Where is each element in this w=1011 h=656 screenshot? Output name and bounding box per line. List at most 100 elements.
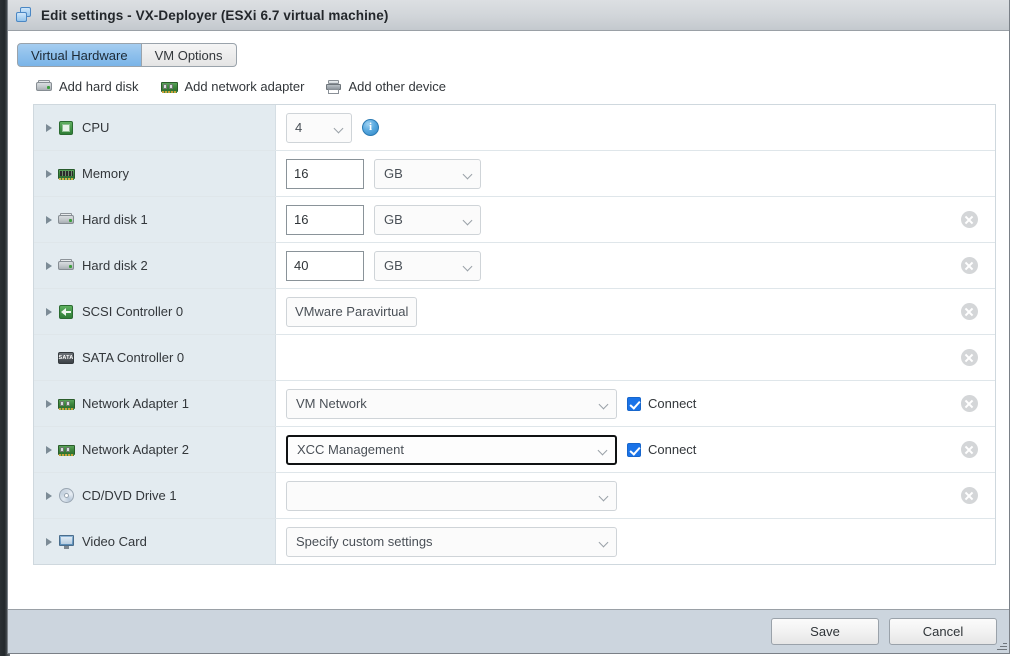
device-value-scsi-controller-0: VMware Paravirtual	[276, 289, 943, 334]
remove-hard-disk-1-button[interactable]	[960, 211, 978, 228]
tab-virtual-hardware[interactable]: Virtual Hardware	[17, 43, 142, 67]
device-name-video-card: Video Card	[82, 534, 147, 549]
checkbox-checked-icon	[627, 396, 641, 411]
device-value-video-card: Specify custom settings	[276, 519, 943, 564]
cancel-button[interactable]: Cancel	[889, 618, 997, 645]
checkbox-checked-icon	[627, 442, 641, 457]
chevron-down-icon	[599, 491, 609, 501]
device-remove-slot-scsi-controller-0	[943, 289, 995, 334]
device-remove-slot-network-adapter-1	[943, 381, 995, 426]
device-label-network-adapter-2[interactable]: Network Adapter 2	[34, 427, 276, 472]
device-label-sata-controller-0[interactable]: SATA SATA Controller 0	[34, 335, 276, 380]
device-row-video-card: Video Card Specify custom settings	[34, 519, 995, 564]
device-label-network-adapter-1[interactable]: Network Adapter 1	[34, 381, 276, 426]
add-other-device-button[interactable]: Add other device	[326, 79, 446, 94]
tab-vm-options[interactable]: VM Options	[141, 43, 237, 67]
expand-scsi-controller-0-icon[interactable]	[42, 307, 56, 316]
hard-disk-2-unit-dropdown[interactable]: GB	[374, 250, 481, 281]
device-label-hard-disk-2[interactable]: Hard disk 2	[34, 243, 276, 288]
device-remove-slot-hard-disk-1	[943, 197, 995, 242]
chevron-down-icon	[334, 123, 344, 133]
device-value-sata-controller-0	[276, 335, 943, 380]
device-row-scsi-controller-0: SCSI Controller 0 VMware Paravirtual	[34, 289, 995, 335]
remove-cd-dvd-drive-1-button[interactable]	[960, 487, 978, 504]
remove-sata-controller-0-button[interactable]	[960, 349, 978, 366]
hard-disk-1-size-value: 16	[294, 212, 309, 227]
device-row-memory: Memory 16 GB	[34, 151, 995, 197]
device-value-network-adapter-2: XCC Management Connect	[276, 427, 943, 472]
expand-cpu-icon[interactable]	[42, 123, 56, 132]
remove-network-adapter-2-button[interactable]	[960, 441, 978, 458]
expand-network-adapter-1-icon[interactable]	[42, 399, 56, 408]
cd-dvd-icon	[58, 488, 74, 503]
memory-unit-dropdown[interactable]: GB	[374, 158, 481, 189]
device-row-cpu: CPU 4 i	[34, 105, 995, 151]
device-name-network-adapter-2: Network Adapter 2	[82, 442, 189, 457]
device-value-hard-disk-1: 16 GB	[276, 197, 943, 242]
network-adapter-icon	[57, 444, 75, 456]
device-row-network-adapter-1: Network Adapter 1 VM Network Connect	[34, 381, 995, 427]
video-card-settings-value: Specify custom settings	[296, 534, 433, 549]
remove-scsi-controller-0-button[interactable]	[960, 303, 978, 320]
device-label-video-card[interactable]: Video Card	[34, 519, 276, 564]
device-label-cpu[interactable]: CPU	[34, 105, 276, 150]
sata-controller-icon: SATA	[58, 351, 74, 364]
device-row-cd-dvd-drive-1: CD/DVD Drive 1	[34, 473, 995, 519]
device-name-memory: Memory	[82, 166, 129, 181]
memory-icon	[57, 168, 75, 180]
cpu-count-value: 4	[295, 120, 303, 135]
expand-video-card-icon[interactable]	[42, 537, 56, 546]
device-name-scsi-controller-0: SCSI Controller 0	[82, 304, 184, 319]
chevron-down-icon	[463, 169, 473, 179]
device-name-cpu: CPU	[82, 120, 110, 135]
network-adapter-2-connect-label: Connect	[648, 442, 697, 457]
device-label-scsi-controller-0[interactable]: SCSI Controller 0	[34, 289, 276, 334]
expand-hard-disk-1-icon[interactable]	[42, 215, 56, 224]
memory-size-value: 16	[294, 166, 309, 181]
tab-virtual-hardware-label: Virtual Hardware	[31, 47, 128, 63]
device-list: CPU 4 i Memory 16 GB Hard disk 1 16 GB H…	[33, 104, 996, 565]
remove-network-adapter-1-button[interactable]	[960, 395, 978, 412]
hard-disk-icon	[36, 80, 52, 93]
expand-cd-dvd-drive-1-icon[interactable]	[42, 491, 56, 500]
expand-hard-disk-2-icon[interactable]	[42, 261, 56, 270]
cpu-count-dropdown[interactable]: 4	[286, 112, 352, 143]
expand-network-adapter-2-icon[interactable]	[42, 445, 56, 454]
hard-disk-1-size-input[interactable]: 16	[286, 204, 364, 235]
device-value-network-adapter-1: VM Network Connect	[276, 381, 943, 426]
hard-disk-2-unit-value: GB	[384, 258, 403, 273]
info-icon[interactable]: i	[362, 119, 379, 136]
chevron-down-icon	[598, 445, 608, 455]
dialog-titlebar: Edit settings - VX-Deployer (ESXi 6.7 vi…	[8, 0, 1009, 31]
save-button-label: Save	[810, 624, 840, 639]
network-adapter-2-connect-checkbox[interactable]: Connect	[627, 442, 696, 457]
tab-vm-options-label: VM Options	[154, 47, 223, 63]
hard-disk-2-size-input[interactable]: 40	[286, 250, 364, 281]
add-network-adapter-button[interactable]: Add network adapter	[160, 79, 304, 94]
chevron-down-icon	[463, 215, 473, 225]
network-adapter-1-connect-checkbox[interactable]: Connect	[627, 396, 696, 411]
hard-disk-icon	[58, 259, 74, 272]
network-adapter-1-network-dropdown[interactable]: VM Network	[286, 388, 617, 419]
hard-disk-2-size-value: 40	[294, 258, 309, 273]
other-device-icon	[326, 79, 342, 94]
save-button[interactable]: Save	[771, 618, 879, 645]
device-label-cd-dvd-drive-1[interactable]: CD/DVD Drive 1	[34, 473, 276, 518]
device-label-hard-disk-1[interactable]: Hard disk 1	[34, 197, 276, 242]
cd-dvd-drive-1-media-dropdown[interactable]	[286, 480, 617, 511]
vm-windows-icon	[15, 6, 33, 24]
device-label-memory[interactable]: Memory	[34, 151, 276, 196]
expand-memory-icon[interactable]	[42, 169, 56, 178]
video-card-settings-dropdown[interactable]: Specify custom settings	[286, 526, 617, 557]
scsi-controller-type-field[interactable]: VMware Paravirtual	[286, 296, 418, 327]
resize-grip[interactable]	[995, 639, 1007, 651]
device-row-sata-controller-0: SATA SATA Controller 0	[34, 335, 995, 381]
network-adapter-2-network-dropdown[interactable]: XCC Management	[286, 434, 617, 465]
memory-size-input[interactable]: 16	[286, 158, 364, 189]
hard-disk-1-unit-dropdown[interactable]: GB	[374, 204, 481, 235]
add-hard-disk-button[interactable]: Add hard disk	[36, 79, 139, 94]
remove-hard-disk-2-button[interactable]	[960, 257, 978, 274]
device-name-sata-controller-0: SATA Controller 0	[82, 350, 185, 365]
device-remove-slot-cpu	[943, 105, 995, 150]
add-other-device-label: Add other device	[348, 79, 447, 94]
